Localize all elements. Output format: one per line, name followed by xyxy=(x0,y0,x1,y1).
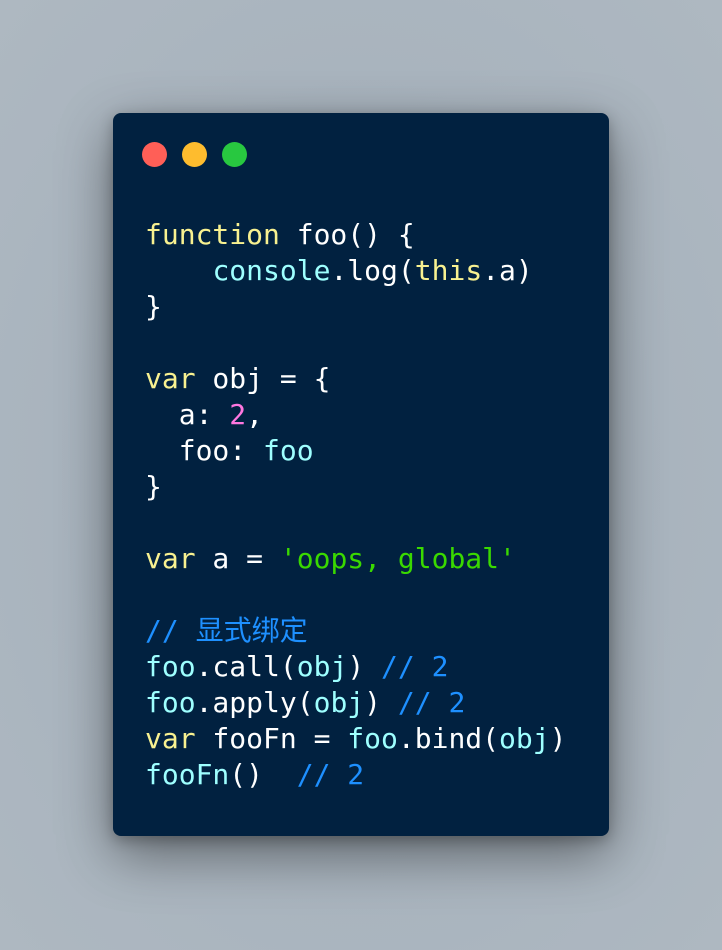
code-token-plain: a: xyxy=(145,398,230,431)
code-token-builtin: obj xyxy=(296,650,348,683)
code-token-plain: .a) xyxy=(482,254,533,287)
code-token-plain: fooFn = xyxy=(195,722,348,755)
code-line: foo.call(obj) // 2 xyxy=(145,649,566,685)
code-token-plain: .call( xyxy=(195,650,297,683)
code-token-keyword: var xyxy=(145,722,196,755)
code-line: var fooFn = foo.bind(obj) xyxy=(145,721,566,757)
code-token-builtin: foo xyxy=(263,434,314,467)
code-token-comment: // 2 xyxy=(296,758,365,791)
code-token-plain: } xyxy=(145,290,162,323)
code-token-builtin: obj xyxy=(499,722,550,755)
code-token-plain: .log( xyxy=(330,254,415,287)
code-line: fooFn() // 2 xyxy=(145,757,566,793)
code-token-plain: .apply( xyxy=(195,686,314,719)
code-line: foo.apply(obj) // 2 xyxy=(145,685,566,721)
code-token-plain: ) xyxy=(549,722,567,755)
code-line: } xyxy=(145,469,566,505)
zoom-button[interactable] xyxy=(222,142,247,167)
code-token-builtin: foo xyxy=(145,650,196,683)
code-line: foo: foo xyxy=(145,433,566,469)
code-token-comment: // 2 xyxy=(397,686,466,719)
code-token-plain: ) xyxy=(364,686,398,719)
code-line: } xyxy=(145,289,566,325)
code-token-keyword: var xyxy=(145,362,196,395)
code-line: function foo() { xyxy=(145,217,566,253)
code-line: // 显式绑定 xyxy=(145,613,566,649)
code-token-plain: foo() { xyxy=(279,218,415,251)
code-block: function foo() { console.log(this.a)} var… xyxy=(145,217,566,793)
code-token-keyword: function xyxy=(145,218,280,251)
code-line: var obj = { xyxy=(145,361,566,397)
code-token-builtin: obj xyxy=(313,686,365,719)
code-token-plain: () xyxy=(229,758,297,791)
code-token-plain: , xyxy=(246,398,264,431)
code-token-builtin: fooFn xyxy=(145,758,230,791)
code-token-plain: a = xyxy=(195,542,280,575)
code-token-plain: foo: xyxy=(145,434,264,467)
code-token-builtin: foo xyxy=(145,686,196,719)
minimize-button[interactable] xyxy=(182,142,207,167)
code-token-comment: // 显式绑定 xyxy=(145,614,308,647)
code-line: var a = 'oops, global' xyxy=(145,541,566,577)
code-window: function foo() { console.log(this.a)} var… xyxy=(113,113,609,836)
code-line: console.log(this.a) xyxy=(145,253,566,289)
code-token-plain: } xyxy=(145,470,162,503)
code-token-number: 2 xyxy=(229,398,247,431)
code-token-comment: // 2 xyxy=(381,650,449,683)
code-token-keyword: this xyxy=(414,254,483,287)
code-token-keyword: var xyxy=(145,542,196,575)
code-token-string: 'oops, global' xyxy=(279,542,516,575)
code-token-plain: .bind( xyxy=(397,722,500,755)
code-token-builtin: foo xyxy=(347,722,398,755)
code-line: a: 2, xyxy=(145,397,566,433)
code-token-plain: ) xyxy=(347,650,382,683)
close-button[interactable] xyxy=(142,142,167,167)
code-token-plain: obj = { xyxy=(195,362,331,395)
code-token-builtin: console xyxy=(212,254,331,287)
